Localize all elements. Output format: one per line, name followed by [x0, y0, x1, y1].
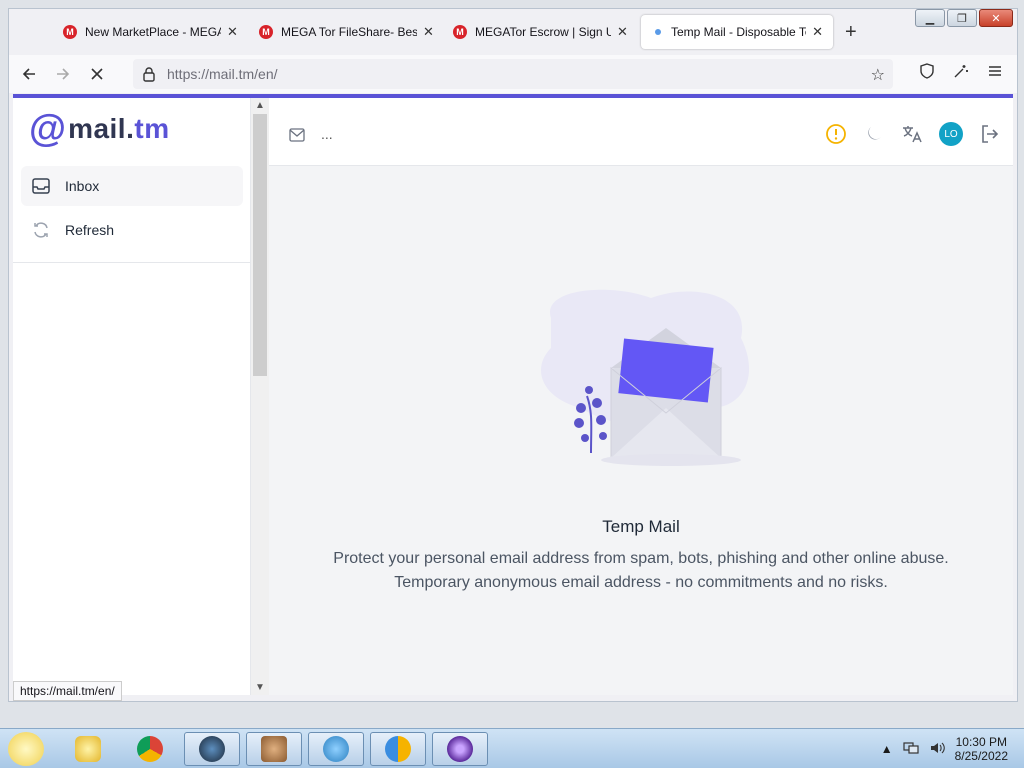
empty-state-title: Temp Mail — [602, 517, 680, 536]
status-url-tooltip: https://mail.tm/en/ — [13, 681, 122, 701]
taskbar-vpn-button[interactable] — [370, 732, 426, 766]
sidebar-item-label: Inbox — [65, 178, 100, 194]
avatar[interactable]: LO — [939, 122, 963, 146]
sidebar-item-label: Refresh — [65, 222, 115, 238]
loading-dot-icon — [655, 29, 661, 35]
forward-button[interactable] — [49, 60, 77, 88]
close-tab-icon[interactable]: ✕ — [423, 24, 434, 40]
back-button[interactable] — [15, 60, 43, 88]
web-page: @ mail.tm Inbox Refresh https://mail.tm/… — [13, 98, 1013, 701]
start-button[interactable] — [8, 732, 44, 766]
system-tray: ▲ 10:30 PM 8/25/2022 — [881, 735, 1008, 763]
volume-icon[interactable] — [929, 741, 945, 758]
mega-favicon-icon: M — [259, 25, 273, 39]
tab-temp-mail[interactable]: Temp Mail - Disposable Te ✕ — [641, 15, 833, 49]
browser-window: M New MarketPlace - MEGA ✕ M MEGA Tor Fi… — [8, 8, 1018, 702]
globe-checklist-app-icon — [323, 736, 349, 762]
tab-title: Temp Mail - Disposable Te — [671, 25, 807, 39]
sidebar-item-refresh[interactable]: Refresh — [21, 210, 243, 250]
sidebar-divider — [13, 262, 251, 263]
folder-app-icon — [75, 736, 101, 762]
refresh-icon — [34, 222, 48, 238]
tab-title: MEGA Tor FileShare- Best — [281, 25, 417, 39]
empty-state-line-1: Protect your personal email address from… — [333, 550, 949, 567]
new-tab-button[interactable]: + — [845, 21, 857, 44]
tab-megator-escrow[interactable]: M MEGATor Escrow | Sign Up ✕ — [443, 15, 638, 49]
back-arrow-icon — [22, 68, 35, 80]
taskbar-tor-button[interactable] — [432, 732, 488, 766]
tab-new-marketplace[interactable]: M New MarketPlace - MEGA ✕ — [53, 15, 248, 49]
sidebar-scrollbar[interactable]: ▲ ▼ — [251, 98, 269, 695]
vpn-app-icon — [385, 736, 411, 762]
translate-icon[interactable] — [901, 123, 923, 145]
logo-name: mail. — [68, 113, 135, 144]
empty-state-line-2: Temporary anonymous email address - no c… — [394, 574, 888, 591]
window-controls: ▁ ❐ ✕ — [915, 9, 1013, 27]
taskbar-chrome-button[interactable] — [122, 732, 178, 766]
dark-mode-moon-icon[interactable] — [863, 123, 885, 145]
tab-title: New MarketPlace - MEGA — [85, 25, 221, 39]
close-tab-icon[interactable]: ✕ — [227, 24, 238, 40]
app-top-bar: ... LO — [269, 98, 1013, 166]
taskbar-clock[interactable]: 10:30 PM 8/25/2022 — [955, 735, 1008, 763]
navigation-bar: https://mail.tm/en/ ☆ — [9, 55, 1017, 93]
logo-at-sign: @ — [29, 108, 67, 150]
network-icon[interactable] — [903, 741, 919, 758]
tor-browser-app-icon — [447, 736, 473, 762]
lock-icon — [143, 67, 155, 82]
stop-button[interactable] — [83, 60, 111, 88]
empty-mailbox-illustration — [541, 289, 750, 466]
url-host: https://mail.tm — [167, 66, 255, 82]
minimize-button[interactable]: ▁ — [915, 9, 945, 27]
taskbar-steam-button[interactable] — [184, 732, 240, 766]
taskbar-app-button[interactable] — [246, 732, 302, 766]
sidebar-item-inbox[interactable]: Inbox — [21, 166, 243, 206]
mailtm-logo[interactable]: @ mail.tm — [29, 110, 170, 148]
scrollbar-thumb[interactable] — [253, 114, 267, 376]
clock-time: 10:30 PM — [955, 735, 1007, 749]
empty-inbox-state: Temp Mail Protect your personal email ad… — [269, 278, 1013, 595]
tab-mega-fileshare[interactable]: M MEGA Tor FileShare- Best ✕ — [249, 15, 444, 49]
clock-date: 8/25/2022 — [954, 749, 1008, 763]
close-tab-icon[interactable]: ✕ — [812, 24, 823, 40]
taskbar-tasks-button[interactable] — [308, 732, 364, 766]
taskbar-folder-button[interactable] — [60, 732, 116, 766]
menu-hamburger-icon[interactable] — [987, 63, 1003, 84]
toolbox-app-icon — [261, 736, 287, 762]
warning-icon[interactable] — [825, 123, 847, 145]
steam-app-icon — [199, 736, 225, 762]
envelope-icon[interactable] — [289, 128, 305, 142]
tab-title: MEGATor Escrow | Sign Up — [475, 25, 611, 39]
tray-expand-icon[interactable]: ▲ — [881, 742, 893, 756]
close-tab-icon[interactable]: ✕ — [617, 24, 628, 40]
logo-tld: tm — [134, 113, 170, 144]
url-text: https://mail.tm/en/ — [167, 66, 278, 82]
address-placeholder-dots: ... — [321, 126, 333, 142]
url-bar[interactable]: https://mail.tm/en/ ☆ — [133, 59, 893, 89]
chrome-app-icon — [137, 736, 163, 762]
close-window-button[interactable]: ✕ — [979, 9, 1013, 27]
extensions-wand-icon[interactable] — [953, 63, 969, 84]
url-path: /en/ — [254, 66, 278, 82]
tab-bar: M New MarketPlace - MEGA ✕ M MEGA Tor Fi… — [9, 9, 1017, 55]
shield-icon[interactable] — [919, 63, 935, 84]
stop-x-icon — [91, 68, 103, 80]
logout-icon[interactable] — [979, 123, 1001, 145]
windows-taskbar: ▲ 10:30 PM 8/25/2022 — [0, 728, 1024, 768]
mega-favicon-icon: M — [453, 25, 467, 39]
toolbar-right — [919, 63, 1003, 84]
maximize-button[interactable]: ❐ — [947, 9, 977, 27]
scroll-down-arrow-icon[interactable]: ▼ — [255, 682, 265, 693]
forward-arrow-icon — [57, 68, 70, 80]
sidebar: @ mail.tm Inbox Refresh https://mail.tm/… — [13, 98, 251, 701]
scroll-up-arrow-icon[interactable]: ▲ — [255, 100, 265, 111]
inbox-icon — [32, 178, 50, 194]
bookmark-star-icon[interactable]: ☆ — [871, 65, 885, 85]
empty-state-description: Protect your personal email address from… — [269, 547, 1013, 595]
top-bar-actions: LO — [825, 122, 1001, 146]
logo-text: mail.tm — [68, 113, 170, 145]
mega-favicon-icon: M — [63, 25, 77, 39]
